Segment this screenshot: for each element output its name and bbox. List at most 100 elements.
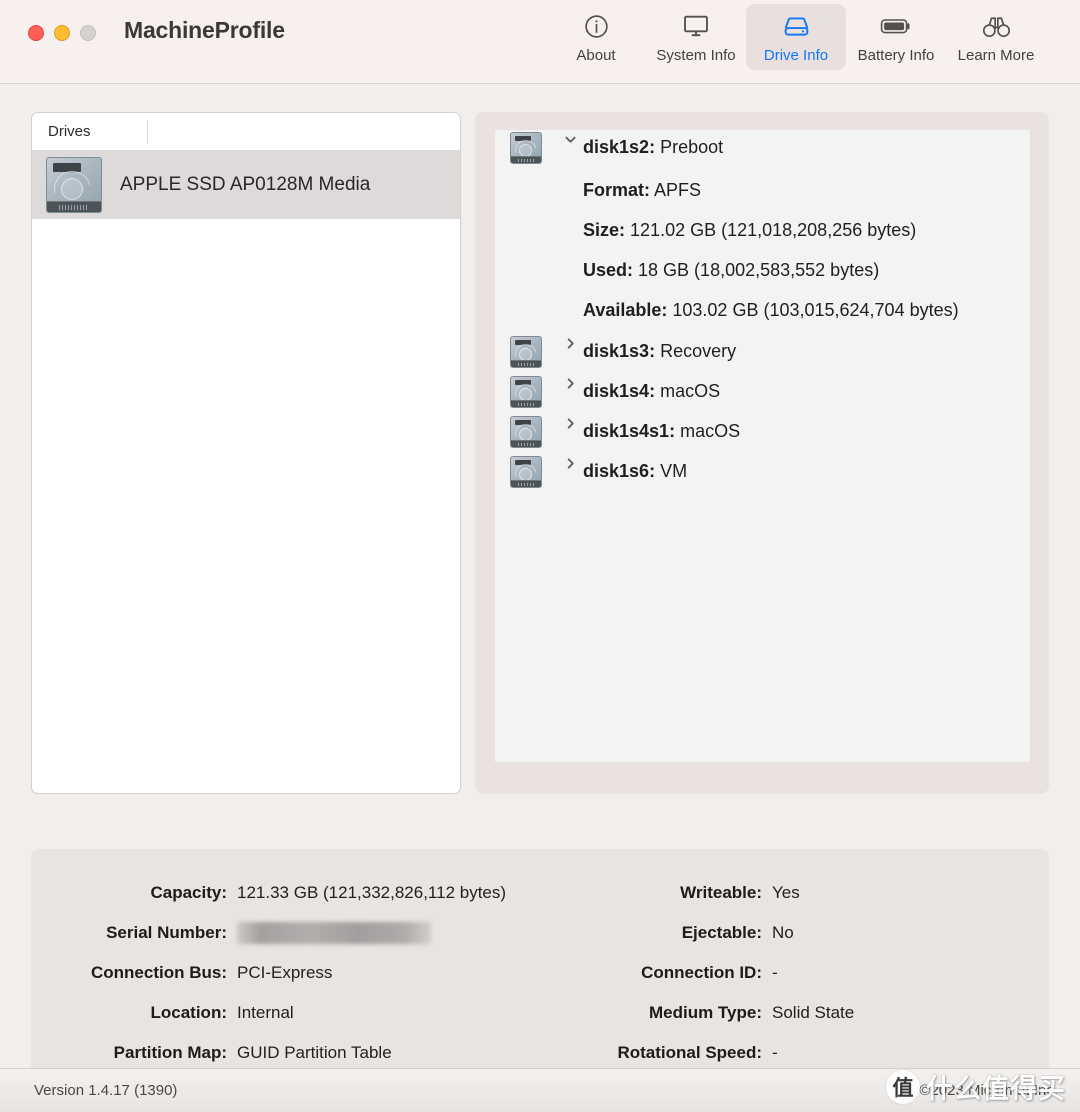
volume-identifier: disk1s2 (583, 137, 650, 157)
info-value: - (772, 1043, 778, 1062)
toolbar-item-drive-info-label: Drive Info (763, 47, 829, 64)
info-row-medium-type: Medium Type: Solid State (540, 993, 1049, 1033)
volume-header-row[interactable]: disk1s3: Recovery (495, 334, 1030, 374)
toolbar-item-learn-more-label: Learn More (957, 47, 1035, 64)
main-content: Drives APPLE SSD AP0128M Media disk1s2: … (0, 84, 1080, 1112)
binoculars-icon (982, 12, 1011, 40)
info-row-partition-map: Partition Map: GUID Partition Table (31, 1033, 540, 1073)
info-label: Writeable: (680, 883, 762, 902)
column-separator[interactable] (147, 120, 148, 144)
close-button[interactable] (28, 25, 44, 41)
hard-drive-icon (782, 12, 811, 40)
redaction-bar (237, 922, 431, 944)
toolbar-item-about-label: About (576, 47, 616, 64)
chevron-down-icon[interactable] (557, 130, 583, 147)
volume-property-label: Available: (583, 300, 668, 320)
info-row-rotational-speed: Rotational Speed: - (540, 1033, 1049, 1073)
toolbar-item-battery-info[interactable]: Battery Info (846, 4, 946, 70)
volume-name: Recovery (660, 341, 737, 361)
info-row-connection-bus: Connection Bus: PCI-Express (31, 953, 540, 993)
volume-block: disk1s2: Preboot Format: APFS Size: 121.… (495, 130, 1030, 334)
display-icon (682, 12, 710, 40)
info-row-writeable: Writeable: Yes (540, 873, 1049, 913)
volume-property-value: APFS (654, 180, 702, 200)
toolbar-item-system-info[interactable]: System Info (646, 4, 746, 70)
volume-property-value: 18 GB (18,002,583,552 bytes) (638, 260, 880, 280)
volume-header-row[interactable]: disk1s4: macOS (495, 374, 1030, 414)
info-value: No (772, 923, 794, 942)
info-row-serial-number: Serial Number: (31, 913, 540, 953)
volume-title: disk1s4s1: macOS (583, 421, 741, 441)
drive-list-item-label: APPLE SSD AP0128M Media (120, 174, 371, 195)
volume-icon-slot (495, 130, 557, 164)
info-value: Internal (237, 1003, 294, 1022)
info-value: 121.33 GB (121,332,826,112 bytes) (237, 883, 507, 902)
info-label: Connection ID: (641, 963, 762, 982)
volume-details-scroll-area[interactable]: disk1s2: Preboot Format: APFS Size: 121.… (495, 130, 1030, 762)
volume-header-row[interactable]: disk1s4s1: macOS (495, 414, 1030, 454)
volume-property-label: Size: (583, 220, 626, 240)
info-row-connection-id: Connection ID: - (540, 953, 1049, 993)
info-label: Connection Bus: (91, 963, 227, 982)
info-label: Medium Type: (648, 1003, 762, 1022)
info-label: Location: (150, 1003, 228, 1022)
drives-table-header: Drives (32, 113, 460, 151)
drive-list-item[interactable]: APPLE SSD AP0128M Media (32, 151, 460, 219)
app-title: MachineProfile (124, 17, 285, 43)
toolbar-item-system-info-label: System Info (656, 47, 736, 64)
volume-property-label: Format: (583, 180, 650, 200)
volume-icon-slot (495, 374, 557, 408)
minimize-button[interactable] (54, 25, 70, 41)
copyright-label: ©2023 Micromat Inc. (919, 1082, 1058, 1099)
volume-header-row[interactable]: disk1s6: VM (495, 454, 1030, 494)
watermark-badge: 值 (886, 1069, 920, 1104)
volume-name: VM (660, 461, 688, 481)
chevron-right-icon[interactable] (557, 454, 583, 471)
statusbar: Version 1.4.17 (1390) ©2023 Micromat Inc… (0, 1068, 1080, 1112)
info-row-ejectable: Ejectable: No (540, 913, 1049, 953)
chevron-right-icon[interactable] (557, 414, 583, 431)
chevron-right-icon[interactable] (557, 334, 583, 351)
volume-identifier: disk1s4 (583, 381, 650, 401)
info-value: Yes (772, 883, 800, 902)
volume-title: disk1s3: Recovery (583, 341, 737, 361)
zoom-button[interactable] (80, 25, 96, 41)
hard-drive-icon (510, 456, 542, 488)
volume-property-value: 121.02 GB (121,018,208,256 bytes) (630, 220, 917, 240)
volume-title: disk1s4: macOS (583, 381, 721, 401)
info-value-redacted (237, 922, 431, 944)
chevron-right-icon[interactable] (557, 374, 583, 391)
volume-identifier: disk1s3 (583, 341, 650, 361)
toolbar-item-about[interactable]: About (546, 4, 646, 70)
volume-properties: Format: APFS Size: 121.02 GB (121,018,20… (495, 170, 1030, 330)
traffic-light-controls (28, 25, 96, 41)
drives-list-pane: Drives APPLE SSD AP0128M Media (31, 112, 461, 794)
app-window: MachineProfile About System Info Drive I… (0, 0, 1080, 1112)
info-label: Capacity: (150, 883, 227, 902)
volume-property-row: Used: 18 GB (18,002,583,552 bytes) (583, 250, 1030, 290)
info-value: - (772, 963, 778, 982)
volume-name: Preboot (660, 137, 724, 157)
info-value: Solid State (772, 1003, 855, 1022)
info-label: Partition Map: (113, 1043, 227, 1062)
info-label: Ejectable: (681, 923, 762, 942)
info-circle-icon (583, 12, 610, 40)
drives-column-header-label[interactable]: Drives (32, 123, 91, 140)
volume-property-row: Available: 103.02 GB (103,015,624,704 by… (583, 290, 1030, 330)
volume-property-row: Format: APFS (583, 170, 1030, 210)
volume-property-row: Size: 121.02 GB (121,018,208,256 bytes) (583, 210, 1030, 250)
volume-identifier: disk1s4s1 (583, 421, 670, 441)
volume-title: disk1s2: Preboot (583, 137, 724, 157)
volume-title: disk1s6: VM (583, 461, 688, 481)
toolbar-item-learn-more[interactable]: Learn More (946, 4, 1046, 70)
titlebar: MachineProfile About System Info Drive I… (0, 0, 1080, 84)
battery-icon (880, 12, 912, 40)
toolbar-item-battery-info-label: Battery Info (857, 47, 935, 64)
toolbar-item-drive-info[interactable]: Drive Info (746, 4, 846, 70)
version-label: Version 1.4.17 (1390) (34, 1082, 178, 1099)
volume-icon-slot (495, 454, 557, 488)
info-row-capacity: Capacity: 121.33 GB (121,332,826,112 byt… (31, 873, 540, 913)
toolbar: About System Info Drive Info Battery Inf… (546, 4, 1046, 70)
info-label: Rotational Speed: (617, 1043, 762, 1062)
volume-header-row[interactable]: disk1s2: Preboot (495, 130, 1030, 170)
